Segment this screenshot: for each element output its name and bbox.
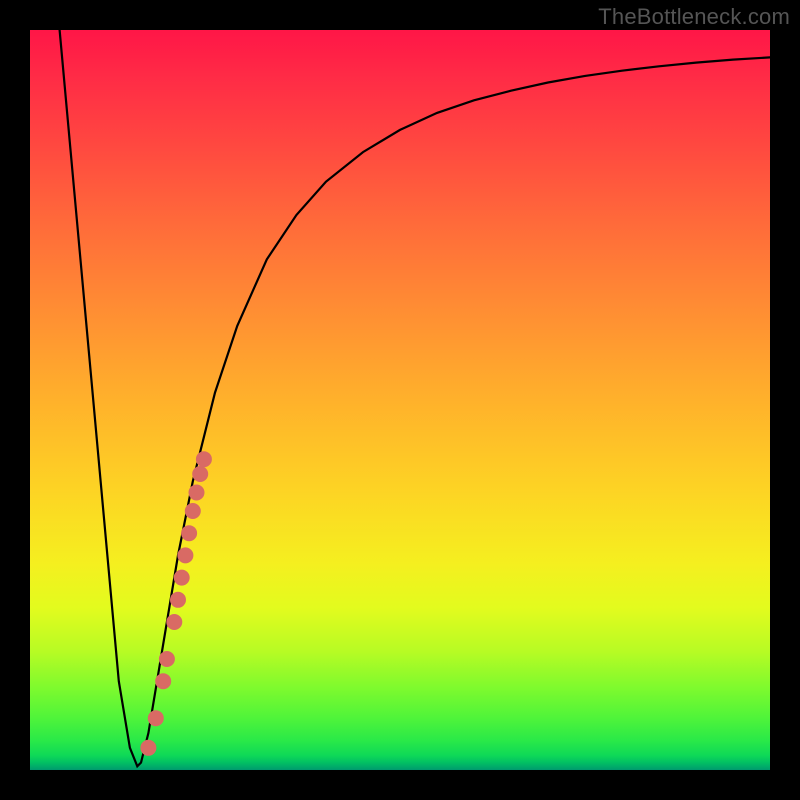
scatter-point	[178, 548, 193, 563]
scatter-point	[182, 526, 197, 541]
scatter-point	[141, 740, 156, 755]
scatter-point	[148, 711, 163, 726]
scatter-point	[171, 592, 186, 607]
chart-overlay	[30, 30, 770, 770]
scatter-point	[156, 674, 171, 689]
watermark-text: TheBottleneck.com	[598, 4, 790, 30]
scatter-point	[189, 485, 204, 500]
scatter-point	[196, 452, 211, 467]
chart-frame: TheBottleneck.com	[0, 0, 800, 800]
scatter-point	[167, 615, 182, 630]
scatter-point	[185, 504, 200, 519]
scatter-point	[174, 570, 189, 585]
scatter-point	[193, 467, 208, 482]
scatter-point	[159, 652, 174, 667]
